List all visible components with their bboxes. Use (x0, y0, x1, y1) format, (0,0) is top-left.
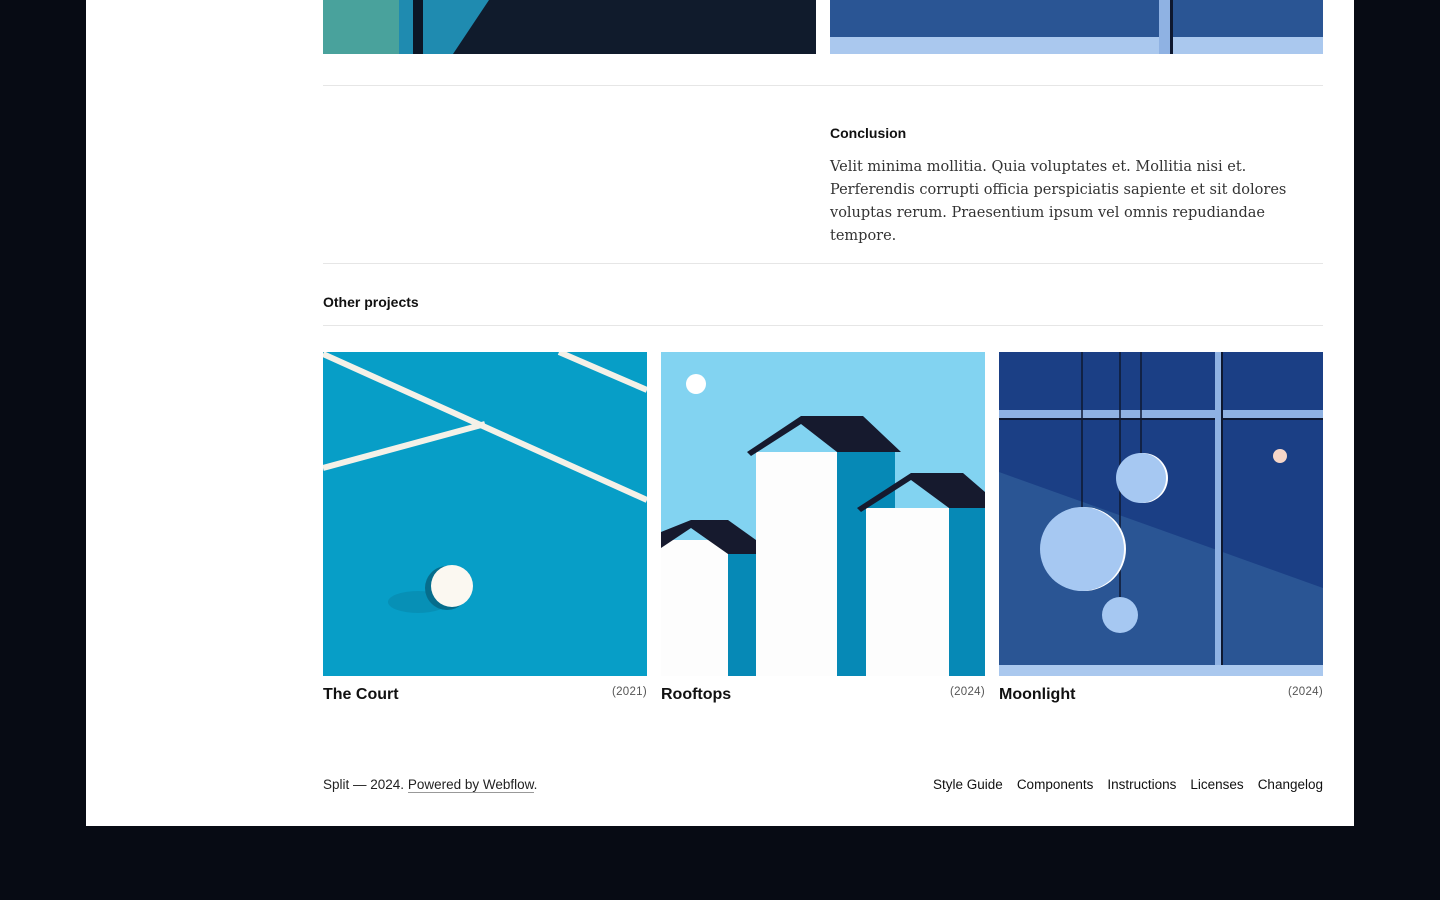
project-title[interactable]: Moonlight (999, 686, 1075, 704)
footer-link-licenses[interactable]: Licenses (1190, 777, 1243, 792)
project-image-left (323, 0, 816, 54)
divider (323, 263, 1323, 264)
project-year: (2024) (949, 686, 985, 698)
footer-link-changelog[interactable]: Changelog (1258, 777, 1323, 792)
project-year: (2024) (1287, 686, 1323, 698)
project-content: Conclusion Velit minima mollitia. Quia v… (323, 0, 1323, 826)
project-thumbnail[interactable] (999, 352, 1323, 676)
conclusion-heading: Conclusion (830, 125, 907, 141)
project-title[interactable]: The Court (323, 686, 399, 704)
project-card-the-court[interactable]: The Court (2021) (323, 352, 647, 712)
project-thumbnail[interactable] (323, 352, 647, 676)
divider (323, 85, 1323, 86)
footer-credit: Split — 2024. Powered by Webflow. (323, 777, 538, 793)
other-projects-grid: The Court (2021) Rooftops (2024) Moonlig… (323, 352, 1323, 712)
page-panel: Conclusion Velit minima mollitia. Quia v… (86, 0, 1354, 826)
powered-by-webflow-link[interactable]: Powered by Webflow (407, 777, 534, 793)
footer-nav: Style Guide Components Instructions Lice… (933, 777, 1323, 792)
project-thumbnail[interactable] (661, 352, 985, 676)
footer-link-instructions[interactable]: Instructions (1107, 777, 1176, 792)
project-year: (2021) (611, 686, 647, 698)
project-card-rooftops[interactable]: Rooftops (2024) (661, 352, 985, 712)
project-card-moonlight[interactable]: Moonlight (2024) (999, 352, 1323, 712)
footer-link-style-guide[interactable]: Style Guide (933, 777, 1003, 792)
project-title[interactable]: Rooftops (661, 686, 731, 704)
footer-period: . (533, 777, 538, 792)
project-image-right (830, 0, 1323, 54)
divider (323, 325, 1323, 326)
other-projects-heading: Other projects (323, 294, 419, 310)
footer-copyright: Split — 2024. (323, 777, 405, 792)
conclusion-body: Velit minima mollitia. Quia voluptates e… (830, 159, 1287, 244)
footer-link-components[interactable]: Components (1017, 777, 1094, 792)
